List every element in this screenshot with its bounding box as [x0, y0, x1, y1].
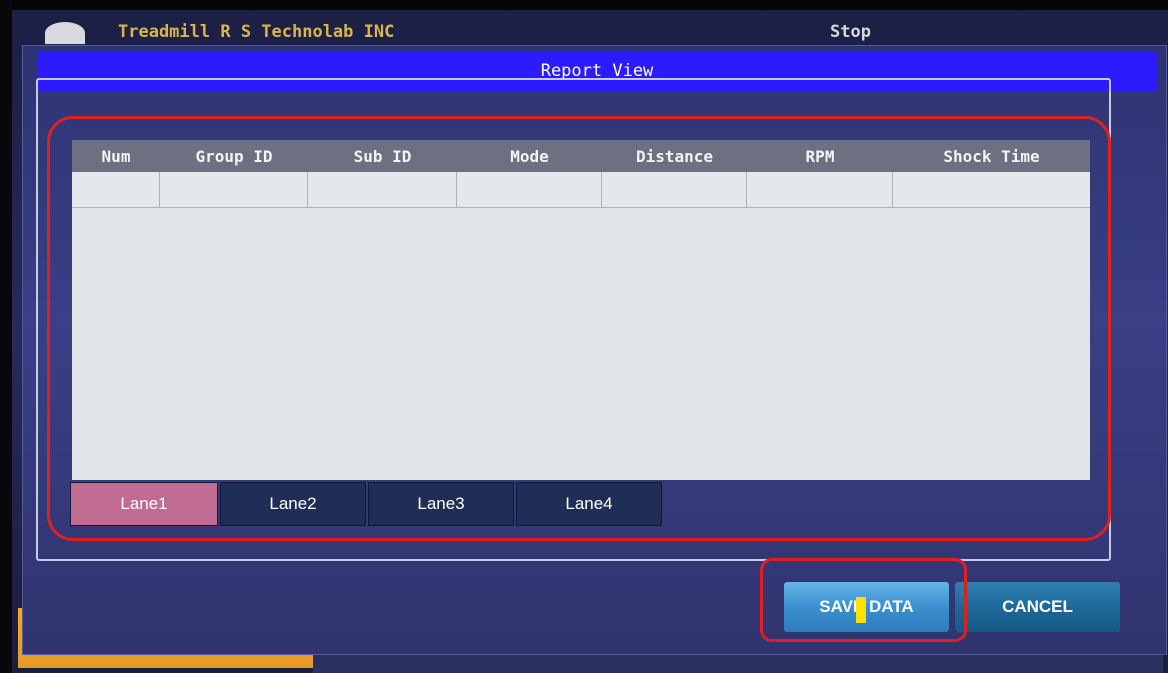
screen-bezel-left — [0, 0, 12, 673]
background-stop-label: Stop — [830, 22, 871, 42]
screen-bezel-top — [0, 0, 1168, 10]
company-logo-icon — [45, 22, 85, 44]
annotation-marker-1 — [856, 597, 866, 623]
background-app-title: Treadmill R S Technolab INC — [118, 22, 395, 42]
cancel-button[interactable]: CANCEL — [955, 582, 1120, 632]
annotation-table-highlight — [47, 116, 1111, 541]
